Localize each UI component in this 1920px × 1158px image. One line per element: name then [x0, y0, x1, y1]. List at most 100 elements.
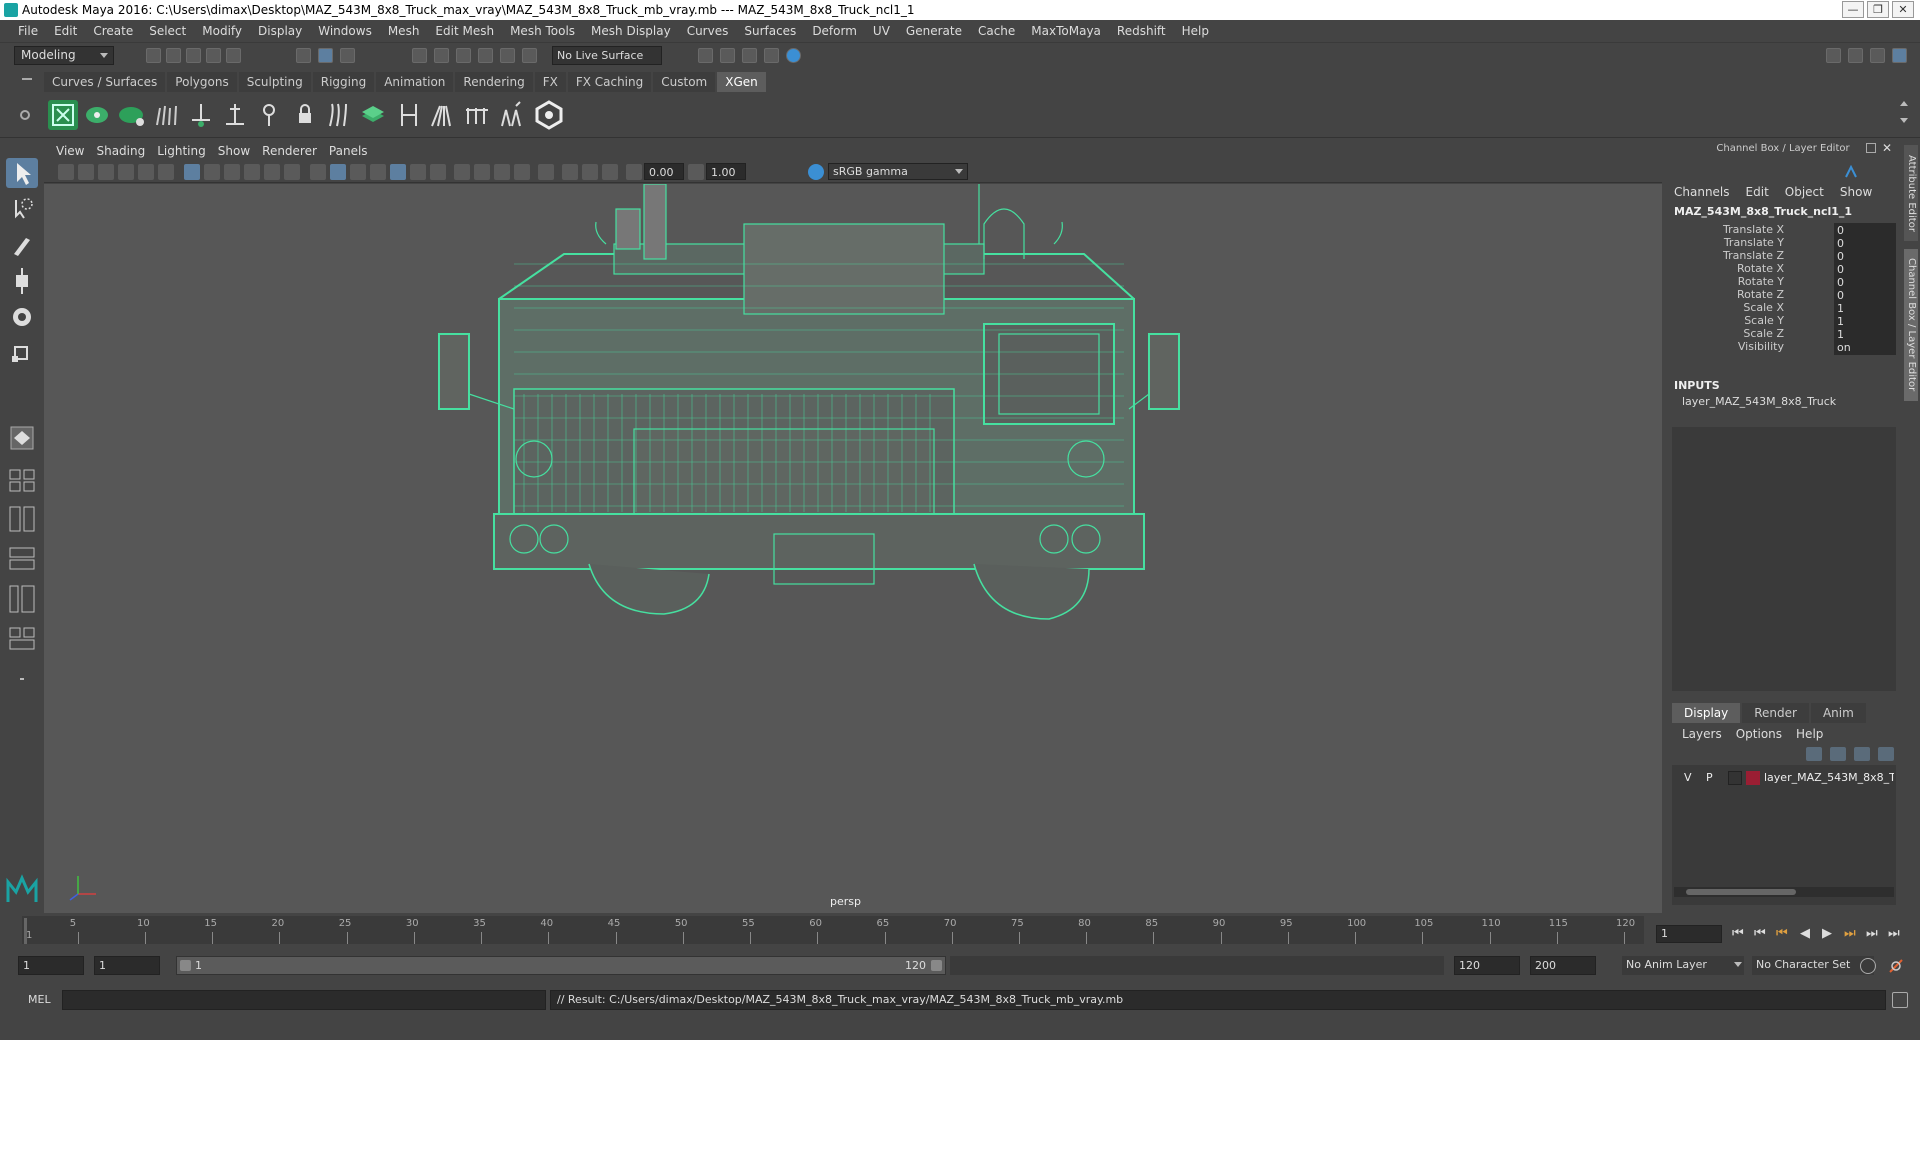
menu-select[interactable]: Select: [141, 20, 194, 42]
animation-start-field[interactable]: 1: [18, 956, 84, 975]
modeling-toolkit-icon[interactable]: [1826, 48, 1841, 63]
gamma-icon[interactable]: [688, 164, 704, 180]
layer-tab-anim[interactable]: Anim: [1810, 703, 1866, 723]
snap-curve-icon[interactable]: [434, 48, 449, 63]
layer-menu-options[interactable]: Options: [1736, 727, 1782, 741]
shelf-tab-curves-surfaces[interactable]: Curves / Surfaces: [44, 72, 166, 92]
scrollbar-thumb[interactable]: [1686, 889, 1796, 895]
snap-view-icon[interactable]: [478, 48, 493, 63]
shelf-tab-xgen[interactable]: XGen: [717, 72, 766, 92]
playback-end-field[interactable]: 120: [1454, 956, 1520, 975]
ipr-render-icon[interactable]: [742, 48, 757, 63]
clumping-icon[interactable]: [428, 100, 458, 130]
render-view-icon[interactable]: [764, 48, 779, 63]
menu-edit[interactable]: Edit: [46, 20, 85, 42]
layer-row[interactable]: V P layer_MAZ_543M_8x8_Tru: [1674, 769, 1894, 787]
tool-settings-toggle-icon[interactable]: [1870, 48, 1885, 63]
menu-help[interactable]: Help: [1174, 20, 1217, 42]
layout-custom-icon[interactable]: [6, 624, 38, 654]
menu-file[interactable]: File: [10, 20, 46, 42]
channel-menu-show[interactable]: Show: [1840, 185, 1872, 199]
character-set-dropdown[interactable]: No Character Set: [1752, 956, 1874, 975]
shelf-options-gear-icon[interactable]: [20, 110, 30, 120]
menu-modify[interactable]: Modify: [194, 20, 250, 42]
2d-pan-zoom-icon[interactable]: [138, 164, 154, 180]
grease-pencil-icon[interactable]: [158, 164, 174, 180]
auto-key-icon[interactable]: [1860, 958, 1876, 974]
lasso-tool-icon[interactable]: [6, 194, 38, 224]
layer-tab-display[interactable]: Display: [1672, 703, 1741, 723]
step-back-frame-icon[interactable]: ⏮: [1776, 926, 1788, 941]
guide-length-icon[interactable]: [394, 100, 424, 130]
select-hierarchy-icon[interactable]: [296, 48, 311, 63]
guide-sculpt-icon[interactable]: [254, 100, 284, 130]
shelf-tab-rendering[interactable]: Rendering: [455, 72, 533, 92]
range-bar[interactable]: 1 120: [176, 956, 946, 975]
shelf-tab-fx[interactable]: FX: [534, 72, 566, 92]
camera-attributes-icon[interactable]: [78, 164, 94, 180]
use-all-lights-icon[interactable]: [410, 164, 426, 180]
safe-action-icon[interactable]: [284, 164, 300, 180]
snap-point-icon[interactable]: [456, 48, 471, 63]
select-tool-arrow-icon[interactable]: [6, 158, 38, 188]
shelf-tab-sculpting[interactable]: Sculpting: [238, 72, 311, 92]
move-layer-up-icon[interactable]: [1806, 747, 1822, 761]
layer-name[interactable]: layer_MAZ_543M_8x8_Tru: [1764, 771, 1894, 784]
step-forward-key-icon[interactable]: ⏭: [1866, 926, 1878, 941]
move-tool-icon[interactable]: [6, 266, 38, 296]
close-button[interactable]: ✕: [1892, 1, 1914, 18]
rotate-tool-icon[interactable]: [6, 302, 38, 332]
time-track[interactable]: 1 5 10 15 20 25 30 35 40 45 50 55 60 65 70 75 80 85 90 95 10…: [22, 916, 1644, 944]
toolbox-more-icon[interactable]: [6, 664, 38, 694]
panel-menu-view[interactable]: View: [50, 141, 90, 161]
new-layer-selected-icon[interactable]: [1878, 747, 1894, 761]
channel-menu-edit[interactable]: Edit: [1746, 185, 1769, 199]
menu-maxtomaya[interactable]: MaxToMaya: [1023, 20, 1109, 42]
shelf-tab-animation[interactable]: Animation: [376, 72, 454, 92]
save-scene-icon[interactable]: [186, 48, 201, 63]
menu-mesh-tools[interactable]: Mesh Tools: [502, 20, 583, 42]
step-back-key-icon[interactable]: ⏮: [1754, 926, 1766, 941]
xray-joints-icon[interactable]: [582, 164, 598, 180]
bookmark-icon[interactable]: [98, 164, 114, 180]
go-to-end-icon[interactable]: ⏭: [1888, 926, 1900, 941]
xgen-editor-icon[interactable]: [48, 100, 78, 130]
script-editor-icon[interactable]: [1892, 992, 1908, 1008]
xgen-layers-icon[interactable]: [358, 100, 388, 130]
shelf-tab-custom[interactable]: Custom: [653, 72, 716, 92]
channel-value[interactable]: on: [1834, 340, 1896, 355]
minimize-button[interactable]: —: [1842, 1, 1864, 18]
xgen-hex-icon[interactable]: [534, 100, 564, 130]
new-scene-icon[interactable]: [146, 48, 161, 63]
menu-cache[interactable]: Cache: [970, 20, 1023, 42]
attribute-editor-toggle-icon[interactable]: [1848, 48, 1863, 63]
channel-menu-object[interactable]: Object: [1785, 185, 1824, 199]
create-description-icon[interactable]: [82, 100, 112, 130]
maximize-button[interactable]: ❐: [1867, 1, 1889, 18]
menu-edit-mesh[interactable]: Edit Mesh: [427, 20, 502, 42]
layer-color-swatch[interactable]: [1746, 771, 1760, 785]
textured-icon[interactable]: [390, 164, 406, 180]
layer-playback-toggle[interactable]: P: [1706, 771, 1713, 784]
gamma-field[interactable]: 1.00: [706, 163, 746, 180]
menu-uv[interactable]: UV: [865, 20, 898, 42]
panel-menu-panels[interactable]: Panels: [323, 141, 374, 161]
layout-graph-icon[interactable]: [6, 584, 38, 614]
xray-icon[interactable]: [562, 164, 578, 180]
shelf-tab-polygons[interactable]: Polygons: [167, 72, 237, 92]
select-component-icon[interactable]: [340, 48, 355, 63]
command-input[interactable]: [62, 990, 546, 1010]
new-layer-icon[interactable]: [1854, 747, 1870, 761]
layout-single-icon[interactable]: [6, 464, 38, 494]
channel-menu-channels[interactable]: Channels: [1674, 185, 1730, 199]
menu-display[interactable]: Display: [250, 20, 310, 42]
menu-redshift[interactable]: Redshift: [1109, 20, 1174, 42]
exposure-field[interactable]: 0.00: [644, 163, 684, 180]
select-object-icon[interactable]: [318, 48, 333, 63]
shelf-tab-rigging[interactable]: Rigging: [312, 72, 375, 92]
anti-aliasing-icon[interactable]: [494, 164, 510, 180]
undo-icon[interactable]: [206, 48, 221, 63]
current-frame-field[interactable]: 1: [1656, 925, 1722, 943]
go-to-start-icon[interactable]: ⏮: [1732, 926, 1744, 941]
layer-menu-layers[interactable]: Layers: [1682, 727, 1722, 741]
